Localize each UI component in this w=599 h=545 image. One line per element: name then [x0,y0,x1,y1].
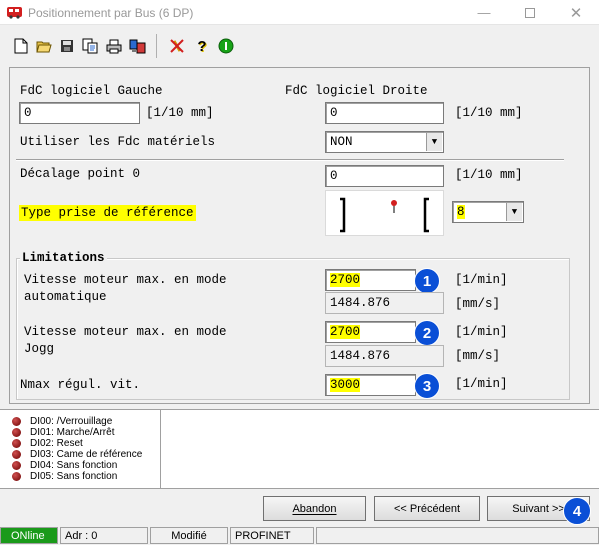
nmax-value: 3000 [330,378,361,392]
right-limit-input[interactable]: 0 [325,102,444,124]
jog-speed-mms: 1484.876 [325,345,444,367]
auto-speed-label-2: automatique [24,290,107,304]
jog-speed-value: 2700 [330,325,361,339]
led-icon [12,417,21,426]
window-title: Positionnement par Bus (6 DP) [28,6,194,20]
copy-icon [82,38,98,54]
hw-limits-label: Utiliser les Fdc matériels [20,135,216,149]
help-button[interactable]: ? [192,36,212,56]
hw-limits-value: NON [330,135,353,149]
online-status: ONline [0,527,58,544]
minimize-button[interactable]: — [461,0,507,25]
list-item: DI00: /Verrouillage [12,416,142,427]
transfer-button[interactable] [127,36,147,56]
auto-speed-mms-unit: [mm/s] [455,297,501,311]
help-icon: ? [197,37,207,55]
auto-speed-value: 2700 [330,273,361,287]
badge-4: 4 [563,497,591,525]
divider [16,159,564,160]
info-icon [218,38,234,54]
open-button[interactable] [34,36,54,56]
jog-speed-mms-unit: [mm/s] [455,349,501,363]
ref-type-diagram [325,190,444,236]
nmax-label: Nmax régul. vit. [20,378,141,392]
previous-button[interactable]: << Précédent [374,496,480,521]
hw-limits-select[interactable]: NON ▼ [325,131,444,153]
maximize-icon [525,7,535,18]
offset-unit: [1/10 mm] [455,168,523,182]
right-limit-label: FdC logiciel Droite [285,84,428,98]
save-icon [61,40,73,52]
transfer-icon [129,39,145,54]
io-list: DI00: /Verrouillage DI01: Marche/Arrêt D… [12,416,142,482]
previous-button-label: << Précédent [393,502,461,515]
app-icon [7,6,22,22]
chevron-down-icon[interactable]: ▼ [426,133,442,151]
led-icon [12,428,21,437]
nmax-input[interactable]: 3000 [325,374,416,396]
jog-speed-label-2: Jogg [24,342,55,356]
new-button[interactable] [11,36,31,56]
led-icon [12,439,21,448]
chevron-down-icon[interactable]: ▼ [506,203,522,221]
ref-type-label: Type prise de référence [19,205,196,221]
list-item: DI01: Marche/Arrêt [12,427,142,438]
bus-status: PROFINET [230,527,314,544]
print-icon [106,39,122,53]
save-button[interactable] [57,36,77,56]
offset-input[interactable]: 0 [325,165,444,187]
print-button[interactable] [104,36,124,56]
left-limit-unit: [1/10 mm] [146,106,214,120]
ref-type-diagram-icon [340,197,429,233]
auto-speed-input[interactable]: 2700 [325,269,416,291]
panel-divider [160,410,161,488]
list-item: DI03: Came de référence [12,449,142,460]
right-limit-unit: [1/10 mm] [455,106,523,120]
led-icon [12,450,21,459]
address-status: Adr : 0 [60,527,148,544]
disconnect-icon [170,39,184,53]
toolbar-separator [156,34,157,58]
close-icon: ✕ [569,4,583,22]
badge-3: 3 [414,373,440,399]
jog-speed-label-1: Vitesse moteur max. en mode [24,325,227,339]
nmax-unit: [1/min] [455,377,508,391]
list-item: DI05: Sans fonction [12,471,142,482]
modified-status: Modifié [150,527,228,544]
next-button-label: Suivant >> [512,502,565,515]
badge-2: 2 [414,320,440,346]
list-item: DI04: Sans fonction [12,460,142,471]
auto-speed-label-1: Vitesse moteur max. en mode [24,273,227,287]
list-item: DI02: Reset [12,438,142,449]
badge-1: 1 [414,268,440,294]
ref-type-select[interactable]: 8 ▼ [452,201,524,223]
auto-speed-mms: 1484.876 [325,292,444,314]
open-icon [36,41,52,53]
jog-speed-input[interactable]: 2700 [325,321,416,343]
led-icon [12,472,21,481]
status-bar-empty [316,527,599,544]
maximize-button[interactable] [507,0,553,25]
abort-button[interactable]: Abandon [263,496,366,521]
jog-speed-unit: [1/min] [455,325,508,339]
left-limit-input[interactable]: 0 [19,102,140,124]
offset-label: Décalage point 0 [20,167,141,181]
info-button[interactable] [216,36,236,56]
auto-speed-unit: [1/min] [455,273,508,287]
disconnect-button[interactable] [167,36,187,56]
limitations-title: Limitations [20,251,107,265]
new-icon [14,38,28,54]
abort-button-label: Abandon [292,502,337,515]
copy-button[interactable] [80,36,100,56]
left-limit-label: FdC logiciel Gauche [20,84,163,98]
ref-type-value: 8 [457,205,465,219]
close-button[interactable]: ✕ [553,0,599,25]
minimize-icon: — [477,5,491,20]
title-bar: Positionnement par Bus (6 DP) — ✕ [0,0,599,25]
led-icon [12,461,21,470]
